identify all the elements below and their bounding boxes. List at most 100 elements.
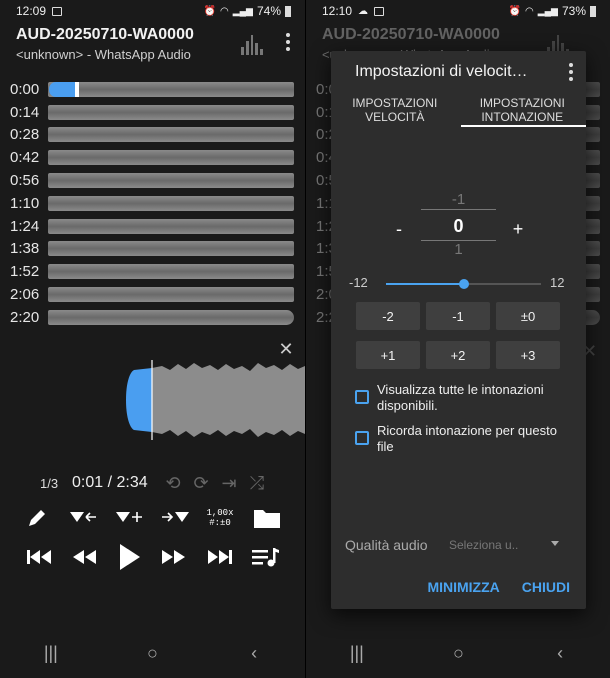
- waveform-row[interactable]: 1:38: [0, 238, 305, 261]
- nav-bar: ||| ○ ‹: [306, 628, 610, 678]
- tab-pitch-settings[interactable]: IMPOSTAZIONI INTONAZIONE: [459, 93, 587, 127]
- playback-position-marker[interactable]: [49, 81, 79, 97]
- waveform-segment[interactable]: [48, 287, 294, 303]
- remember-pitch-option[interactable]: Ricorda intonazione per questo file: [355, 423, 572, 455]
- waveform-row[interactable]: 1:52: [0, 260, 305, 283]
- tab-speed-settings[interactable]: IMPOSTAZIONI VELOCITÀ: [331, 93, 459, 127]
- show-all-pitches-checkbox[interactable]: [355, 390, 369, 404]
- fast-forward-icon[interactable]: [159, 542, 189, 572]
- minimize-button[interactable]: MINIMIZZA: [427, 579, 499, 595]
- timestamp-label: 1:24: [10, 217, 40, 235]
- waveform-segment[interactable]: [48, 81, 294, 97]
- waveform-segment[interactable]: [48, 309, 294, 325]
- folder-icon[interactable]: [252, 505, 282, 531]
- time-display: 0:01 / 2:34: [72, 474, 148, 492]
- waveform-segment[interactable]: [48, 173, 294, 189]
- timestamp-label: 2:06: [10, 286, 40, 304]
- home-icon[interactable]: ○: [428, 643, 488, 664]
- shuffle-icon[interactable]: ⤮: [247, 473, 267, 493]
- close-icon[interactable]: ✕: [278, 340, 294, 358]
- pitch-slider[interactable]: [386, 279, 541, 289]
- pitch-preset-button[interactable]: +3: [496, 341, 560, 369]
- waveform-segment[interactable]: [48, 127, 294, 143]
- repeat-icon[interactable]: ⟲: [163, 473, 183, 493]
- pitch-preset-button[interactable]: -2: [356, 302, 420, 330]
- recents-icon[interactable]: |||: [327, 643, 387, 664]
- pitch-value: #:±0: [209, 518, 231, 528]
- waveform-segment[interactable]: [48, 241, 294, 257]
- waveform-row[interactable]: 0:28: [0, 124, 305, 147]
- playlist-icon[interactable]: [250, 542, 282, 572]
- zoomed-waveform[interactable]: [122, 360, 305, 440]
- pitch-preset-button[interactable]: +1: [356, 341, 420, 369]
- signal-icon: ▂▄▆: [537, 5, 558, 16]
- speed-pitch-button[interactable]: 1,00x #:±0: [205, 505, 235, 531]
- pitch-decrease-button[interactable]: -: [389, 219, 409, 240]
- waveform-segment[interactable]: [48, 264, 294, 280]
- waveform-segment[interactable]: [48, 195, 294, 211]
- marker-back-icon[interactable]: [68, 505, 98, 531]
- clock: 12:09: [16, 4, 47, 18]
- skip-previous-icon[interactable]: [24, 542, 54, 572]
- home-icon[interactable]: ○: [122, 643, 182, 664]
- alarm-icon: ⏰: [203, 5, 216, 17]
- dropdown-arrow-icon[interactable]: [551, 541, 559, 546]
- waveform-segment[interactable]: [48, 218, 294, 234]
- picker-prev-value: -1: [451, 191, 466, 208]
- image-icon: [52, 6, 63, 16]
- rewind-icon[interactable]: [69, 542, 99, 572]
- waveform-segment[interactable]: [48, 150, 294, 166]
- timestamp-label: 0:28: [10, 126, 40, 144]
- battery-icon: [590, 5, 596, 17]
- remember-pitch-label: Ricorda intonazione per questo file: [377, 423, 557, 454]
- back-icon[interactable]: ‹: [224, 643, 284, 664]
- slider-min-label: -12: [349, 275, 368, 290]
- waveform-row[interactable]: 2:20: [0, 306, 305, 329]
- waveform-row[interactable]: 0:00: [0, 78, 305, 101]
- waveform-row[interactable]: 0:14: [0, 101, 305, 124]
- remember-pitch-checkbox[interactable]: [355, 431, 369, 445]
- pitch-increase-button[interactable]: +: [508, 219, 528, 240]
- pitch-preset-button[interactable]: ±0: [496, 302, 560, 330]
- timestamp-label: 0:00: [10, 80, 40, 98]
- waveform-row[interactable]: 1:24: [0, 215, 305, 238]
- marker-forward-icon[interactable]: [160, 505, 192, 531]
- next-track-mode-icon[interactable]: ⇥: [219, 473, 239, 493]
- timestamp-label: 0:56: [10, 172, 40, 190]
- equalizer-icon[interactable]: [241, 33, 263, 55]
- waveform-segment[interactable]: [48, 104, 294, 120]
- skip-next-icon[interactable]: [205, 542, 235, 572]
- slider-thumb[interactable]: [458, 279, 469, 289]
- waveform-row[interactable]: 2:06: [0, 283, 305, 306]
- pitch-preset-button[interactable]: +2: [426, 341, 490, 369]
- signal-icon: ▂▄▆: [232, 5, 253, 16]
- waveform-overview[interactable]: 0:00 0:14 0:28 0:42 0:56 1:10 1:24 1:38 1:52 2:06…: [0, 78, 305, 329]
- play-icon[interactable]: [114, 542, 144, 572]
- back-icon[interactable]: ‹: [530, 643, 590, 664]
- edit-icon[interactable]: [24, 505, 50, 531]
- show-all-pitches-option[interactable]: Visualizza tutte le intonazioni disponib…: [355, 382, 572, 414]
- cloud-icon: ☁: [358, 5, 369, 17]
- status-bar: 12:09 ⏰ ◠ ▂▄▆ 74%: [0, 0, 305, 22]
- pitch-slider-row: -12 12: [331, 275, 586, 291]
- recents-icon[interactable]: |||: [21, 643, 81, 664]
- waveform-row[interactable]: 0:56: [0, 169, 305, 192]
- waveform-row[interactable]: 1:10: [0, 192, 305, 215]
- waveform-row[interactable]: 0:42: [0, 146, 305, 169]
- audio-quality-select[interactable]: Seleziona u..: [449, 538, 518, 552]
- audio-quality-row[interactable]: Qualità audio Seleziona u..: [345, 535, 575, 555]
- more-options-icon[interactable]: [566, 63, 576, 83]
- more-options-icon[interactable]: [283, 30, 293, 54]
- slider-fill: [386, 283, 464, 285]
- playback-controls: [0, 542, 305, 572]
- repeat-one-icon[interactable]: ⟳: [191, 473, 211, 493]
- app-bar: AUD-20250710-WA0000 <unknown> - WhatsApp…: [0, 22, 305, 64]
- wifi-icon: ◠: [220, 5, 229, 17]
- pitch-preset-button[interactable]: -1: [426, 302, 490, 330]
- marker-add-icon[interactable]: [114, 505, 144, 531]
- close-button[interactable]: CHIUDI: [522, 579, 570, 595]
- pitch-picker[interactable]: -1 0 1: [421, 191, 496, 261]
- picker-next-value: 1: [454, 241, 463, 258]
- timestamp-label: 1:10: [10, 194, 40, 212]
- battery-level: 74%: [256, 4, 281, 18]
